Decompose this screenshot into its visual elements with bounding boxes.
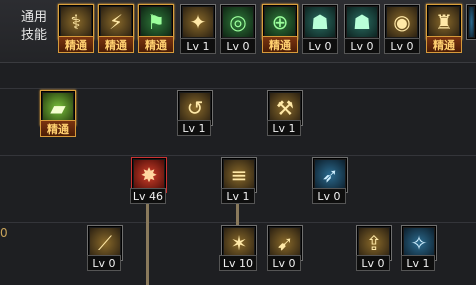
- level-badge: Lv 0: [384, 38, 420, 54]
- common-skills-label: 通用 技能: [14, 9, 54, 45]
- blade-icon: ⟋: [90, 228, 120, 258]
- mastered-badge: 精通: [138, 36, 174, 53]
- skill-slot-top-partial[interactable]: [466, 4, 476, 40]
- target-icon: ◎: [223, 7, 253, 37]
- common-skills-bar: 通用 技能 ⚕ 精通 ⚡ 精通 ⚑ 精通 ✦ Lv 1 ◎ Lv 0 ⊕ 精通 …: [0, 0, 476, 63]
- level-badge: Lv 0: [267, 255, 301, 271]
- mastered-badge: 精通: [40, 120, 76, 137]
- skill-slot-top-5[interactable]: ◎: [220, 4, 256, 40]
- crosshair-icon: ⊕: [265, 7, 295, 37]
- partial-skill-icon: [469, 7, 474, 37]
- skill-slot-top-8[interactable]: ☗: [344, 4, 380, 40]
- skill-slot-top-4[interactable]: ✦: [180, 4, 216, 40]
- level-badge: Lv 1: [177, 120, 211, 136]
- rise-icon: ⇪: [359, 228, 389, 258]
- leap-icon: ⚒: [270, 93, 300, 123]
- level-badge: Lv 0: [87, 255, 121, 271]
- figure-icon: ⚕: [61, 7, 91, 37]
- level-badge: Lv 0: [220, 38, 256, 54]
- level-badge: Lv 46: [130, 188, 166, 204]
- level-badge: Lv 1: [267, 120, 301, 136]
- level-badge: Lv 1: [401, 255, 435, 271]
- tree-connector: [236, 203, 239, 225]
- skill-slot-top-1[interactable]: ⚕: [58, 4, 94, 40]
- skill-slot-top-9[interactable]: ◉: [384, 4, 420, 40]
- mastered-badge: 精通: [426, 36, 462, 53]
- sprint-icon: ⚡: [101, 7, 131, 37]
- skill-slot-top-2[interactable]: ⚡: [98, 4, 134, 40]
- explosion-icon: ✸: [134, 160, 164, 190]
- strike-icon: ✶: [224, 228, 254, 258]
- skill-slot-top-3[interactable]: ⚑: [138, 4, 174, 40]
- level-badge: Lv 0: [302, 38, 338, 54]
- mastered-badge: 精通: [262, 36, 298, 53]
- tree-row-divider: [0, 88, 476, 89]
- level-badge: Lv 0: [312, 188, 346, 204]
- eye-icon: ◉: [387, 7, 417, 37]
- level-badge: Lv 1: [221, 188, 255, 204]
- ghost-run-icon: ☗: [347, 7, 377, 37]
- common-label-line1: 通用: [20, 10, 47, 25]
- row-marker: 0: [0, 226, 8, 240]
- ghost-icon: ☗: [305, 7, 335, 37]
- wings-icon: ✦: [183, 7, 213, 37]
- runner-icon: ⚑: [141, 7, 171, 37]
- skill-slot-top-7[interactable]: ☗: [302, 4, 338, 40]
- level-badge: Lv 0: [344, 38, 380, 54]
- level-badge: Lv 1: [180, 38, 216, 54]
- mastered-badge: 精通: [58, 36, 94, 53]
- dash-icon: ≡: [224, 160, 254, 190]
- book-icon: ▰: [43, 93, 73, 123]
- glide-icon: ➶: [315, 160, 345, 190]
- wind-icon: ✧: [404, 228, 434, 258]
- level-badge: Lv 10: [219, 255, 257, 271]
- tree-row-divider: [0, 155, 476, 156]
- common-label-line2: 技能: [20, 28, 47, 43]
- spin-kick-icon: ↺: [180, 93, 210, 123]
- skill-slot-top-6[interactable]: ⊕: [262, 4, 298, 40]
- arrow-icon: ➹: [270, 228, 300, 258]
- level-badge: Lv 0: [356, 255, 390, 271]
- tree-connector: [146, 203, 149, 285]
- mastered-badge: 精通: [98, 36, 134, 53]
- warrior-icon: ♜: [429, 7, 459, 37]
- skill-slot-top-10[interactable]: ♜: [426, 4, 462, 40]
